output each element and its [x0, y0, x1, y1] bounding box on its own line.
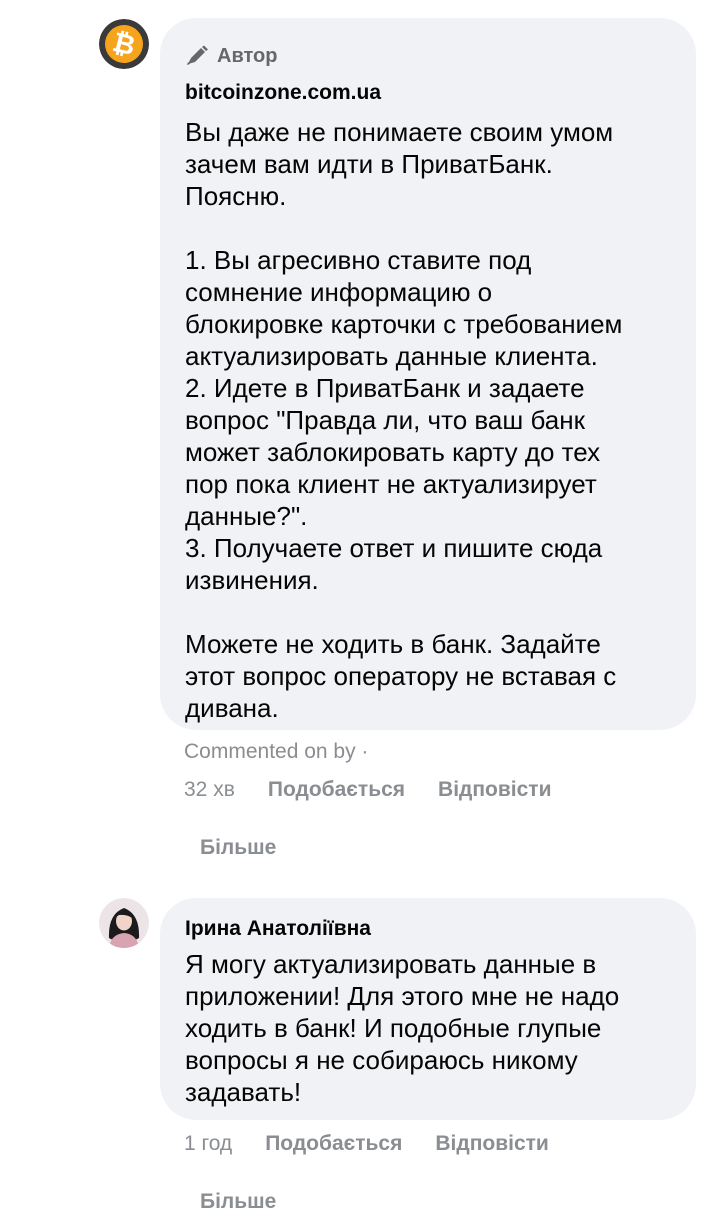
comment-time[interactable]: 32 хв [184, 775, 235, 805]
like-button[interactable]: Подобається [268, 775, 405, 805]
comment-text: Я могу актуализировать данные в приложен… [185, 949, 620, 1107]
pen-icon [185, 45, 209, 67]
commented-on-label: Commented on by · [184, 740, 369, 763]
author-badge-label: Автор [217, 44, 278, 67]
comment-actions: 32 хв Подобається Відповісти [184, 775, 585, 805]
more-replies-button[interactable]: Більше [200, 1187, 276, 1217]
comment-actions: 1 год Подобається Відповісти [184, 1129, 582, 1159]
comment-text: Вы даже не понимаете своим умом зачем ва… [185, 117, 623, 723]
comment-bubble: Автор bitcoinzone.com.ua Вы даже не пони… [160, 18, 696, 730]
author-badge: Автор [185, 40, 670, 72]
more-replies-button[interactable]: Більше [200, 833, 276, 863]
commenter-name[interactable]: Ірина Анатоліївна [185, 914, 670, 944]
user-avatar-photo[interactable] [99, 898, 149, 948]
commenter-name[interactable]: bitcoinzone.com.ua [185, 78, 670, 108]
comment-time[interactable]: 1 год [184, 1129, 232, 1159]
like-button[interactable]: Подобається [265, 1129, 402, 1159]
bitcoin-logo-icon[interactable]: ₿ [99, 19, 149, 69]
reply-button[interactable]: Відповісти [438, 775, 551, 805]
comment-bubble: Ірина Анатоліївна Я могу актуализировать… [160, 898, 696, 1120]
reply-button[interactable]: Відповісти [435, 1129, 548, 1159]
